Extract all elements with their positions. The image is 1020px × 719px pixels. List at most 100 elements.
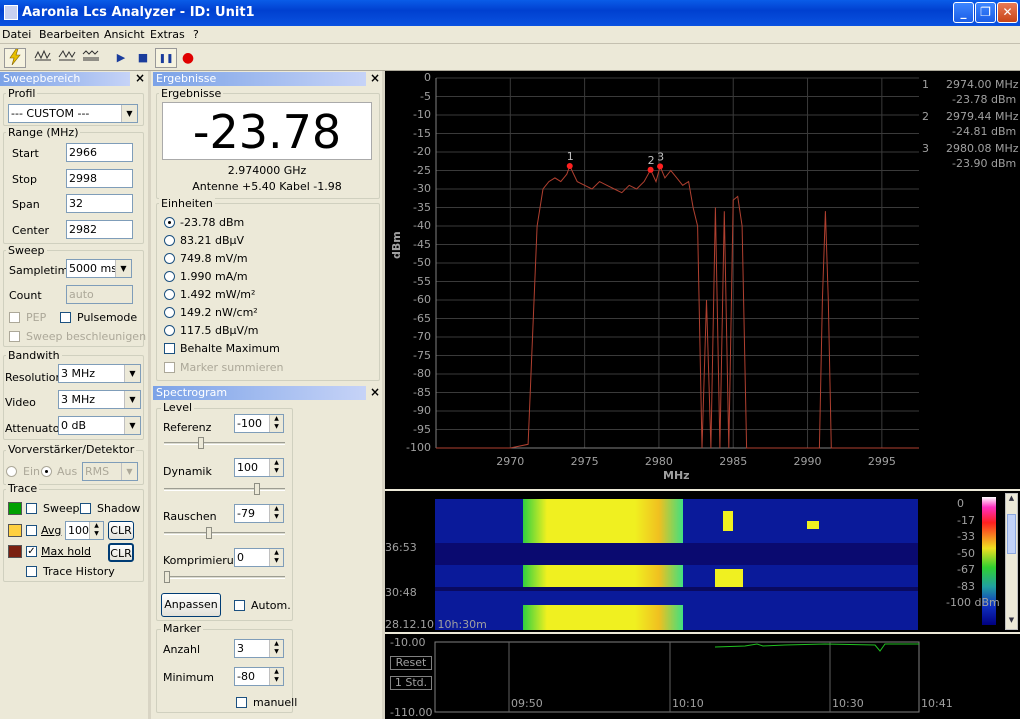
center-input[interactable]: 2982: [66, 220, 133, 239]
lightning-icon[interactable]: [4, 48, 26, 68]
trace-maxhold-checkbox[interactable]: ✓: [26, 546, 37, 557]
maxhold-clear-button[interactable]: CLR: [108, 543, 134, 562]
menu-ansicht[interactable]: Ansicht: [104, 28, 145, 41]
unit-radio[interactable]: [164, 271, 175, 282]
spin-arrows-icon[interactable]: ▲ ▼: [269, 459, 283, 476]
spin-arrows-icon[interactable]: ▲ ▼: [269, 668, 283, 685]
rauschen-spinner[interactable]: -79 ▲ ▼: [234, 504, 284, 523]
sweep-accel-checkbox[interactable]: [9, 331, 20, 342]
chevron-down-icon: ▼: [115, 260, 131, 277]
marker-sum-checkbox[interactable]: [164, 362, 175, 373]
span-label: Span: [12, 198, 40, 211]
pause-icon[interactable]: ❚❚: [155, 48, 177, 68]
menu-bearbeiten[interactable]: Bearbeiten: [39, 28, 99, 41]
avg-count-spinner[interactable]: 100 ▲ ▼: [65, 521, 104, 540]
resolution-select[interactable]: 3 MHz ▼: [58, 364, 141, 383]
profile-select[interactable]: --- CUSTOM --- ▼: [8, 104, 138, 123]
anzahl-spinner[interactable]: 3 ▲ ▼: [234, 639, 284, 658]
scan-mode-icon-1[interactable]: [32, 48, 54, 68]
unit-radio[interactable]: [164, 253, 175, 264]
scan-mode-icon-3[interactable]: [80, 48, 102, 68]
history-view[interactable]: -10.00 -110.00 Reset 1 Std. 09:50 10:10 …: [385, 634, 1020, 719]
history-reset-button[interactable]: Reset: [390, 656, 432, 670]
y-tick-label: -55: [413, 274, 431, 288]
sweep-panel-close-icon[interactable]: ×: [134, 72, 146, 85]
bandwidth-label: Bandwith: [6, 349, 62, 362]
spin-arrows-icon[interactable]: ▲ ▼: [269, 549, 283, 566]
maximize-button[interactable]: ❐: [975, 2, 996, 23]
unit-radio[interactable]: [164, 325, 175, 336]
preamp-on-radio[interactable]: [6, 466, 17, 477]
unit-radio[interactable]: [164, 217, 175, 228]
start-input[interactable]: 2966: [66, 143, 133, 162]
keep-max-checkbox[interactable]: [164, 343, 175, 354]
slider-thumb[interactable]: [164, 571, 170, 583]
dynamik-spinner[interactable]: 100 ▲ ▼: [234, 458, 284, 477]
detector-select[interactable]: RMS ▼: [82, 462, 138, 481]
slider-thumb[interactable]: [254, 483, 260, 495]
spin-arrows-icon[interactable]: ▲ ▼: [269, 640, 283, 657]
history-range-button[interactable]: 1 Std.: [390, 676, 432, 690]
avg-clear-button[interactable]: CLR: [108, 521, 134, 540]
stop-icon[interactable]: ■: [132, 48, 154, 68]
slider-thumb[interactable]: [198, 437, 204, 449]
anpassen-button[interactable]: Anpassen: [161, 593, 221, 617]
autom-checkbox[interactable]: [234, 600, 245, 611]
close-button[interactable]: ✕: [997, 2, 1018, 23]
color-scale-label: -83: [957, 579, 975, 593]
menu-help[interactable]: ?: [193, 28, 199, 41]
y-tick-label: -95: [413, 422, 431, 436]
units-label: Einheiten: [159, 197, 215, 210]
spectrum-plot[interactable]: 123 dBm MHz 0 -5 -10 -15 -20 -25 -30 -35 -40 -45-…: [385, 71, 1020, 489]
trace-shadow-checkbox[interactable]: [80, 503, 91, 514]
unit-radio[interactable]: [164, 289, 175, 300]
spin-arrows-icon[interactable]: ▲ ▼: [269, 415, 283, 432]
preamp-off-radio[interactable]: [41, 466, 52, 477]
trace-maxhold-color[interactable]: [8, 545, 22, 558]
trace-avg-color[interactable]: [8, 524, 22, 537]
spectrogram-scrollbar[interactable]: ▲ ▼: [1005, 493, 1018, 630]
unit-radio[interactable]: [164, 307, 175, 318]
spectrogram-view[interactable]: 36:53 30:48 28.12.10 10h:30m 0 -17 -33 -50 -…: [385, 491, 1020, 632]
pulsemode-checkbox[interactable]: [60, 312, 71, 323]
scroll-up-icon[interactable]: ▲: [1006, 494, 1017, 506]
minimum-spinner[interactable]: -80 ▲ ▼: [234, 667, 284, 686]
spin-arrows-icon[interactable]: ▲ ▼: [89, 522, 103, 539]
color-scale-label: -67: [957, 563, 975, 576]
menu-extras[interactable]: Extras: [150, 28, 185, 41]
rauschen-slider[interactable]: [164, 527, 285, 539]
results-panel-close-icon[interactable]: ×: [369, 72, 381, 85]
kompr-spinner[interactable]: 0 ▲ ▼: [234, 548, 284, 567]
trace-sweep-color[interactable]: [8, 502, 22, 515]
unit-radio[interactable]: [164, 235, 175, 246]
scan-mode-icon-2[interactable]: [56, 48, 78, 68]
scroll-thumb[interactable]: [1007, 514, 1016, 554]
dynamik-slider[interactable]: [164, 483, 285, 495]
trace-avg-checkbox[interactable]: [26, 525, 37, 536]
spectrum-plot-svg: 1 23: [435, 77, 919, 449]
marker-point: [657, 163, 664, 170]
trace-history-checkbox[interactable]: [26, 566, 37, 577]
referenz-slider[interactable]: [164, 437, 285, 449]
trace-sweep-checkbox[interactable]: [26, 503, 37, 514]
count-input[interactable]: auto: [66, 285, 133, 304]
pep-checkbox[interactable]: [9, 312, 20, 323]
manuell-checkbox[interactable]: [236, 697, 247, 708]
stop-input[interactable]: 2998: [66, 169, 133, 188]
video-select[interactable]: 3 MHz ▼: [58, 390, 141, 409]
splitter[interactable]: [148, 71, 151, 719]
kompr-slider[interactable]: [164, 571, 285, 583]
x-tick-label: 2990: [793, 455, 822, 468]
spectrogram-panel-close-icon[interactable]: ×: [369, 386, 381, 399]
menu-datei[interactable]: Datei: [2, 28, 31, 41]
referenz-spinner[interactable]: -100 ▲ ▼: [234, 414, 284, 433]
minimize-button[interactable]: _: [953, 2, 974, 23]
span-input[interactable]: 32: [66, 194, 133, 213]
play-icon[interactable]: ▶: [110, 48, 132, 68]
attenuator-select[interactable]: 0 dB ▼: [58, 416, 141, 435]
slider-thumb[interactable]: [206, 527, 212, 539]
spin-arrows-icon[interactable]: ▲ ▼: [269, 505, 283, 522]
sampletime-select[interactable]: 5000 ms ▼: [66, 259, 132, 278]
record-icon[interactable]: ●: [177, 48, 199, 68]
scroll-down-icon[interactable]: ▼: [1006, 616, 1017, 628]
